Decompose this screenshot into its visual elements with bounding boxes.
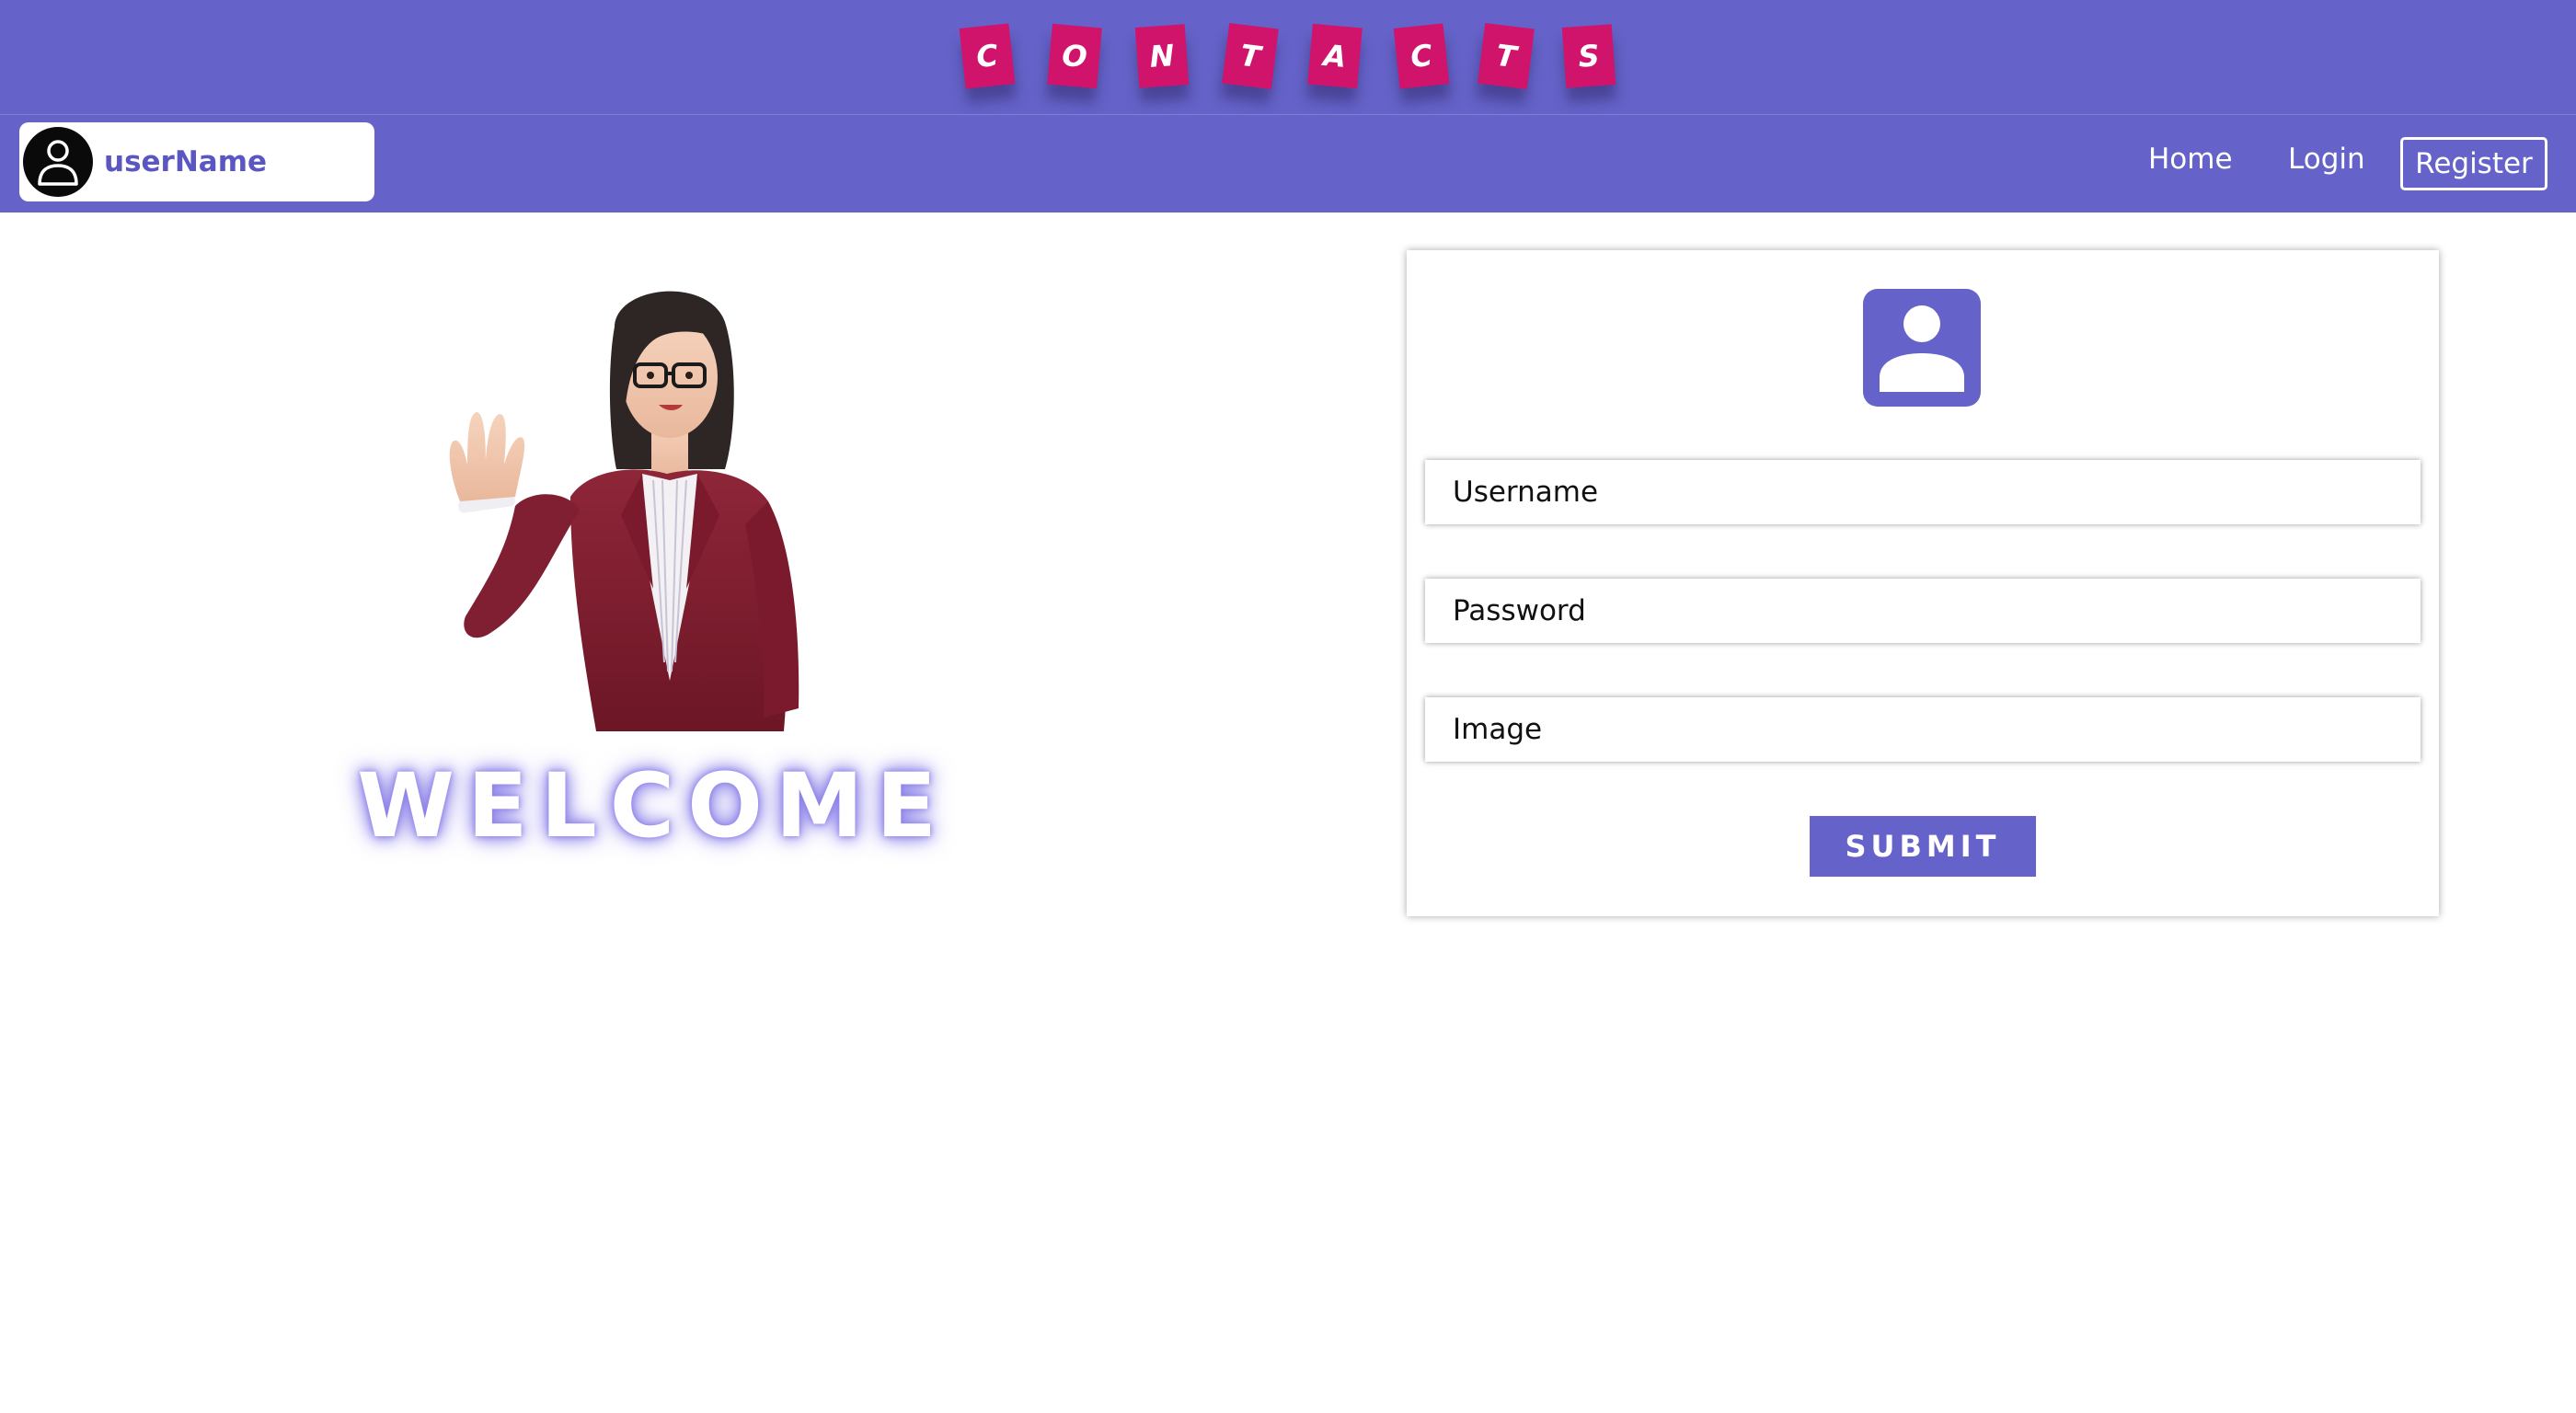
title-letter-tile: A — [1307, 23, 1363, 89]
waving-woman-illustration — [432, 276, 874, 731]
submit-button[interactable]: SUBMIT — [1810, 816, 2036, 877]
password-input[interactable]: Password — [1425, 579, 2421, 643]
user-outline-icon — [23, 127, 93, 197]
title-letter-tile: T — [1222, 22, 1279, 90]
register-form-card: Username Password Image SUBMIT — [1407, 250, 2439, 916]
user-chip[interactable]: userName — [19, 122, 374, 201]
username-input[interactable]: Username — [1425, 460, 2421, 524]
title-letter-tile: S — [1561, 24, 1616, 88]
title-letter-tile: O — [1047, 23, 1102, 89]
title-letter-tile: N — [1134, 24, 1190, 88]
title-banner: C O N T A C T S — [0, 0, 2576, 114]
image-input[interactable]: Image — [1425, 697, 2421, 762]
title-letter-tile: C — [959, 23, 1016, 89]
nav-bar: userName Home Login Register — [0, 114, 2576, 213]
user-portrait-icon — [1863, 289, 1981, 407]
user-name-label: userName — [104, 145, 268, 178]
nav-link-login[interactable]: Login — [2288, 139, 2365, 179]
title-letter-tile: T — [1478, 22, 1535, 90]
nav-link-home[interactable]: Home — [2148, 139, 2233, 179]
title-letter-tile: C — [1393, 23, 1450, 89]
welcome-heading: WELCOME — [357, 754, 949, 857]
nav-link-register[interactable]: Register — [2400, 137, 2547, 190]
